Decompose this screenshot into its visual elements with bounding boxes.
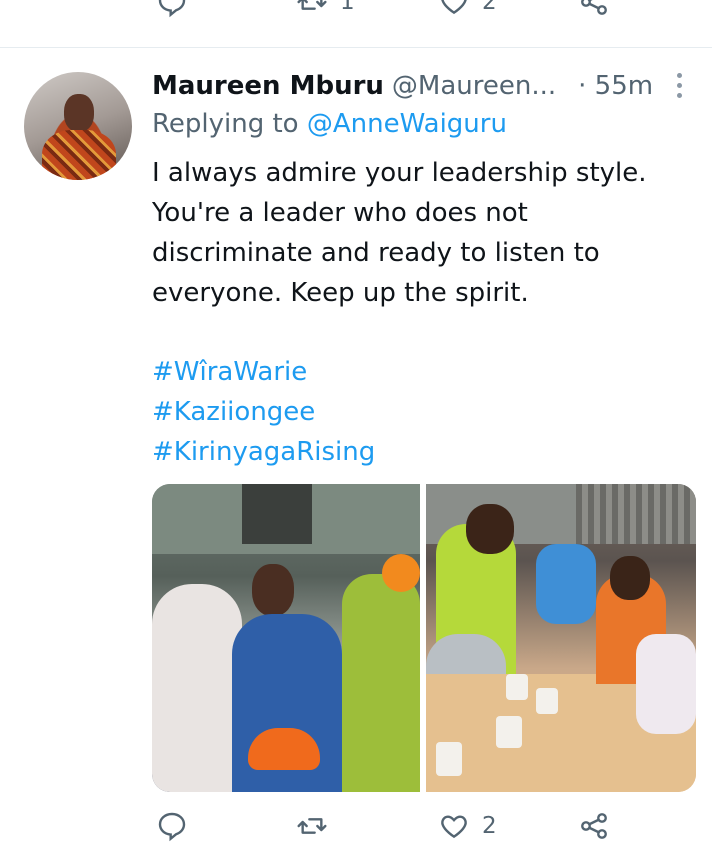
replying-prefix: Replying to	[152, 109, 307, 139]
author-name[interactable]: Maureen Mburu	[152, 71, 384, 101]
like-count: 2	[482, 0, 497, 15]
tweet-header: Maureen Mburu @Maureen... · 55m	[152, 66, 672, 106]
reply-icon	[158, 812, 186, 842]
hashtag-link[interactable]: #WîraWarie	[152, 352, 375, 392]
retweet-count: 1	[340, 0, 355, 15]
like-button[interactable]: 2	[438, 0, 497, 18]
tweet-text: I always admire your leadership style. Y…	[152, 153, 682, 313]
retweet-button[interactable]: 1	[296, 0, 355, 18]
reply-button[interactable]	[156, 810, 200, 842]
media-photo[interactable]	[426, 484, 696, 792]
like-button[interactable]: 2	[438, 810, 497, 842]
hashtag-link[interactable]: #KirinyagaRising	[152, 432, 375, 472]
tweet-text-line: You're a leader who does not	[152, 198, 528, 228]
author-handle[interactable]: @Maureen...	[392, 71, 556, 101]
bottom-action-bar: 2	[0, 810, 712, 850]
tweet-time[interactable]: · 55m	[578, 71, 653, 101]
avatar-face	[64, 94, 94, 132]
replying-to-handle[interactable]: @AnneWaiguru	[307, 109, 507, 139]
media-grid	[152, 484, 696, 792]
retweet-icon	[297, 0, 327, 10]
avatar-dress	[42, 130, 116, 180]
reply-icon	[158, 0, 186, 18]
share-icon	[581, 813, 607, 839]
tweet-text-line: everyone. Keep up the spirit.	[152, 278, 529, 308]
replying-to: Replying to @AnneWaiguru	[152, 109, 507, 139]
share-button[interactable]	[578, 810, 610, 842]
retweet-icon	[297, 818, 327, 834]
share-button[interactable]	[578, 0, 610, 18]
like-icon	[441, 815, 467, 839]
like-icon	[441, 0, 467, 15]
share-icon	[581, 0, 607, 15]
hashtag-link[interactable]: #Kaziiongee	[152, 392, 375, 432]
top-action-bar: 1 2	[0, 0, 712, 26]
like-count: 2	[482, 813, 497, 839]
media-photo[interactable]	[152, 484, 420, 792]
hashtags: #WîraWarie #Kaziiongee #KirinyagaRising	[152, 352, 375, 472]
tweet-divider	[0, 47, 712, 48]
tweet-text-line: discriminate and ready to listen to	[152, 238, 600, 268]
reply-button[interactable]	[156, 0, 200, 18]
avatar[interactable]	[24, 72, 132, 180]
tweet-text-line: I always admire your leadership style.	[152, 158, 647, 188]
more-icon[interactable]	[672, 70, 686, 100]
retweet-button[interactable]	[296, 810, 340, 842]
